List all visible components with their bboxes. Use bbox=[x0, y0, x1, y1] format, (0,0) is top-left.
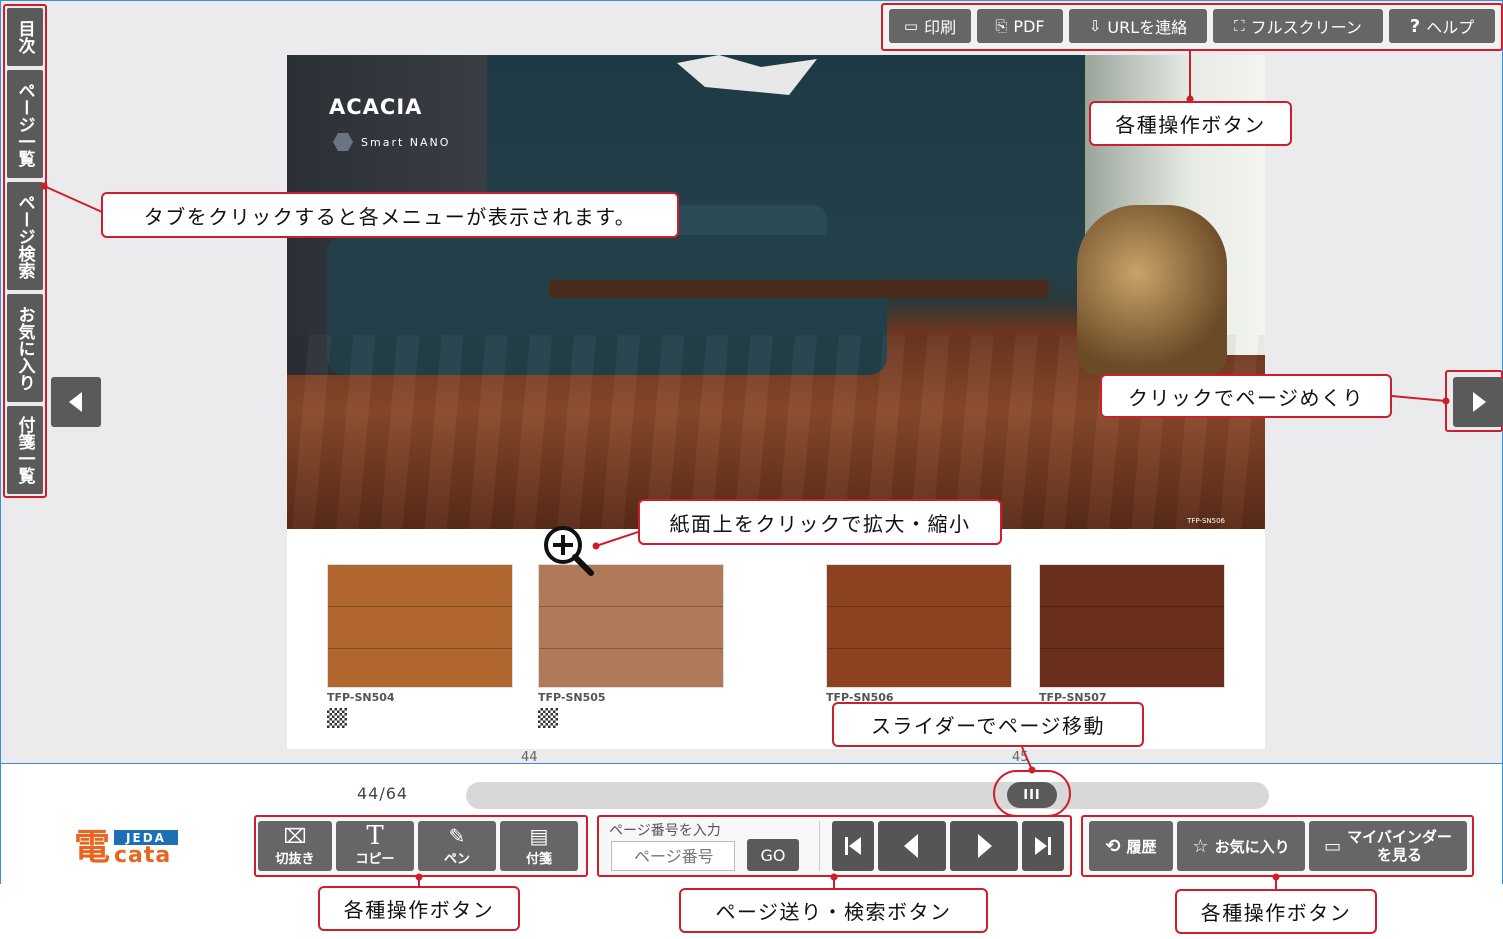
my-binder-button[interactable]: ▭ マイバインダー を見る bbox=[1309, 821, 1467, 871]
wood-sample-2 bbox=[538, 564, 724, 688]
crop-label: 切抜き bbox=[275, 852, 315, 867]
first-page-button[interactable] bbox=[832, 821, 874, 871]
pdf-button[interactable]: ⎘ PDF bbox=[977, 9, 1063, 43]
help-label: ヘルプ bbox=[1426, 18, 1475, 37]
favorite-button[interactable]: ☆ お気に入り bbox=[1177, 821, 1305, 871]
callout-slider: スライダーでページ移動 bbox=[832, 702, 1144, 747]
next-button[interactable] bbox=[950, 821, 1018, 871]
divider bbox=[819, 821, 820, 871]
my-binder-label-line1: マイバインダー bbox=[1347, 828, 1452, 846]
sticky-note-button[interactable]: ▤ 付箋 bbox=[500, 821, 578, 871]
callout-page-turn: クリックでページめくり bbox=[1100, 374, 1392, 418]
prev-button[interactable] bbox=[878, 821, 946, 871]
arrow-left-icon bbox=[904, 834, 918, 858]
page-nav-group: ページ番号を入力 GO bbox=[597, 815, 1072, 877]
tab-sticky-list[interactable]: 付箋一覧 bbox=[7, 406, 43, 494]
photo-lamp bbox=[677, 55, 817, 95]
tab-page-list[interactable]: ページ一覧 bbox=[7, 70, 43, 178]
skip-last-icon bbox=[1035, 837, 1051, 855]
edit-tools-group: ⌧ 切抜き T コピー ✎ ペン ▤ 付箋 bbox=[254, 815, 588, 877]
star-icon: ☆ bbox=[1192, 835, 1209, 857]
callout-zoom: 紙面上をクリックで拡大・縮小 bbox=[638, 499, 1002, 545]
hexagon-icon bbox=[333, 133, 353, 151]
arrow-left-icon bbox=[69, 392, 82, 412]
share-url-button[interactable]: ⇩ URLを連絡 bbox=[1069, 9, 1207, 43]
page-number-input[interactable] bbox=[611, 841, 735, 871]
qr-code bbox=[327, 708, 347, 728]
fullscreen-button[interactable]: ⛶ フルスクリーン bbox=[1213, 9, 1383, 43]
sub-brand: Smart NANO bbox=[333, 132, 450, 152]
photo-code: TFP-SN506 bbox=[1187, 517, 1225, 525]
help-button[interactable]: ? ヘルプ bbox=[1389, 9, 1495, 43]
crop-button[interactable]: ⌧ 切抜き bbox=[258, 821, 332, 871]
share-url-icon: ⇩ bbox=[1088, 17, 1102, 35]
help-icon: ? bbox=[1409, 15, 1421, 37]
my-binder-label: マイバインダー を見る bbox=[1347, 828, 1452, 864]
tab-page-search[interactable]: ページ検索 bbox=[7, 182, 43, 290]
jeda-cata-logo: 電 JEDA cata bbox=[74, 828, 184, 868]
pdf-icon: ⎘ bbox=[995, 17, 1008, 35]
tab-toc[interactable]: 目次 bbox=[7, 8, 43, 66]
skip-first-icon bbox=[845, 837, 861, 855]
favorite-label: お気に入り bbox=[1214, 837, 1290, 856]
callout-bottom-tools-right: 各種操作ボタン bbox=[1175, 889, 1377, 934]
callout-nav: ページ送り・検索ボタン bbox=[679, 888, 988, 933]
brand-title: ACACIA bbox=[329, 95, 423, 119]
right-page-label: 45 bbox=[1012, 750, 1029, 765]
zoom-in-icon bbox=[544, 526, 594, 576]
print-button[interactable]: ▭ 印刷 bbox=[889, 9, 971, 43]
next-page-button[interactable] bbox=[1453, 377, 1503, 427]
fullscreen-label: フルスクリーン bbox=[1250, 18, 1362, 37]
arrow-right-icon bbox=[978, 834, 992, 858]
print-label: 印刷 bbox=[924, 18, 957, 37]
history-button[interactable]: ⟲ 履歴 bbox=[1089, 821, 1173, 871]
text-copy-icon: T bbox=[366, 821, 384, 851]
history-label: 履歴 bbox=[1126, 837, 1157, 856]
sticky-note-label: 付箋 bbox=[525, 852, 552, 867]
left-page-label: 44 bbox=[521, 750, 538, 765]
pen-icon: ✎ bbox=[448, 824, 466, 848]
logo-cata: cata bbox=[114, 843, 172, 868]
prev-page-button[interactable] bbox=[51, 377, 101, 427]
callout-bottom-tools-left: 各種操作ボタン bbox=[318, 886, 520, 931]
last-page-button[interactable] bbox=[1022, 821, 1064, 871]
print-icon: ▭ bbox=[903, 17, 919, 35]
wood-sample-3 bbox=[826, 564, 1012, 688]
user-tools-group: ⟲ 履歴 ☆ お気に入り ▭ マイバインダー を見る bbox=[1081, 815, 1474, 877]
arrow-right-icon bbox=[1473, 392, 1486, 412]
text-copy-button[interactable]: T コピー bbox=[336, 821, 414, 871]
pdf-label: PDF bbox=[1013, 16, 1045, 36]
top-toolbar: ▭ 印刷 ⎘ PDF ⇩ URLを連絡 ⛶ フルスクリーン ? ヘルプ bbox=[881, 3, 1503, 51]
pen-label: ペン bbox=[443, 852, 470, 867]
side-tabs: 目次 ページ一覧 ページ検索 お気に入り 付箋一覧 bbox=[3, 4, 47, 498]
wood-sample-1 bbox=[327, 564, 513, 688]
photo-chair bbox=[1077, 205, 1227, 375]
go-button[interactable]: GO bbox=[747, 839, 799, 871]
tab-favorites[interactable]: お気に入り bbox=[7, 294, 43, 402]
pen-button[interactable]: ✎ ペン bbox=[418, 821, 496, 871]
sub-brand-label: Smart NANO bbox=[361, 135, 451, 149]
wood-sample-4 bbox=[1039, 564, 1225, 688]
crop-icon: ⌧ bbox=[283, 824, 307, 848]
product-code: TFP-SN504 bbox=[327, 691, 395, 704]
page-slider-track[interactable] bbox=[466, 782, 1269, 809]
qr-code bbox=[538, 708, 558, 728]
share-url-label: URLを連絡 bbox=[1107, 18, 1188, 37]
text-copy-label: コピー bbox=[355, 852, 395, 867]
page-counter: 44/64 bbox=[357, 784, 409, 803]
callout-tabs: タブをクリックすると各メニューが表示されます。 bbox=[101, 192, 679, 238]
photo-table bbox=[549, 280, 1049, 298]
callout-top-tools: 各種操作ボタン bbox=[1089, 101, 1292, 146]
page-input-label: ページ番号を入力 bbox=[609, 823, 721, 839]
logo-mark: 電 bbox=[74, 827, 111, 868]
history-icon: ⟲ bbox=[1105, 835, 1121, 857]
product-code: TFP-SN505 bbox=[538, 691, 606, 704]
folder-icon: ▭ bbox=[1324, 835, 1342, 857]
page-slider-thumb[interactable]: III bbox=[1007, 782, 1057, 808]
fullscreen-icon: ⛶ bbox=[1234, 17, 1245, 35]
sticky-note-icon: ▤ bbox=[529, 824, 549, 848]
my-binder-label-line2: を見る bbox=[1377, 846, 1423, 864]
